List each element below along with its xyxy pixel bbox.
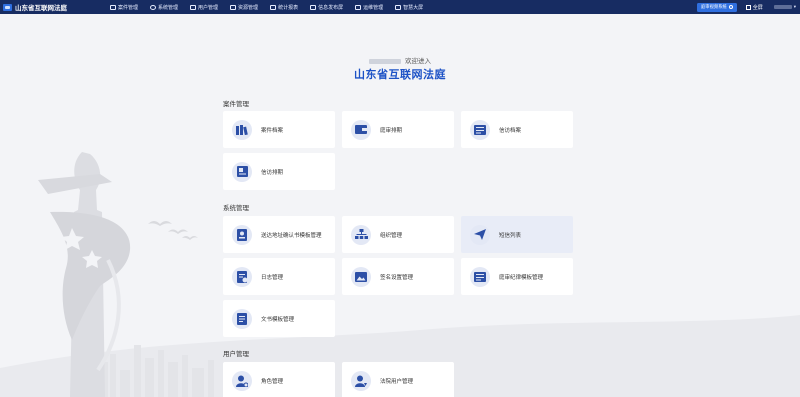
- nav-label: 系统管理: [158, 4, 179, 11]
- card-label: 日志管理: [261, 274, 284, 281]
- nav-label: 运维管理: [363, 4, 384, 11]
- card-case-archive[interactable]: 案件档案: [223, 111, 335, 148]
- card-label: 文书模板管理: [261, 316, 295, 323]
- card-document-template[interactable]: 文书模板管理: [223, 300, 335, 337]
- chevron-down-icon: ▾: [793, 4, 796, 10]
- card-label: 组织管理: [380, 232, 403, 239]
- nav-item-case-management[interactable]: 案件管理: [110, 0, 138, 14]
- document-list-icon: [470, 119, 490, 140]
- nav-item-user-management[interactable]: 用户管理: [190, 0, 218, 14]
- card-signature-settings[interactable]: 签名设置管理: [342, 258, 454, 295]
- document-list-icon: [470, 266, 490, 287]
- card-petition-schedule[interactable]: 信访排期: [223, 153, 335, 190]
- welcome-text: 欢迎进入: [405, 57, 431, 65]
- monitor-icon: [310, 4, 317, 10]
- database-icon: [230, 4, 237, 10]
- file-text-icon: [232, 308, 252, 329]
- page-title: 山东省互联网法庭: [354, 68, 446, 81]
- card-label: 庭审排期: [380, 127, 403, 134]
- card-organization-management[interactable]: 组织管理: [342, 216, 454, 253]
- image-icon: [351, 266, 371, 287]
- document-icon: [232, 161, 252, 182]
- card-label: 案件档案: [261, 127, 284, 134]
- nav-label: 案件管理: [118, 4, 139, 11]
- nav-item-operations[interactable]: 运维管理: [355, 0, 383, 14]
- nav-label: 资源管理: [238, 4, 259, 11]
- switch-system-button[interactable]: 庭审视频系统: [696, 2, 737, 12]
- screen-icon: [395, 4, 402, 10]
- username-blurred: [773, 5, 792, 9]
- org-chart-icon: [351, 224, 371, 245]
- nav-item-resource-management[interactable]: 资源管理: [230, 0, 258, 14]
- user-icon: [190, 4, 197, 10]
- card-role-management[interactable]: 角色管理: [223, 362, 335, 397]
- main-nav: 案件管理 系统管理 用户管理 资源管理 统计报表 信息发布屏 运维管理 智慧大屏: [104, 0, 423, 14]
- fullscreen-label: 全屏: [752, 4, 763, 11]
- books-icon: [232, 119, 252, 140]
- card-label: 短信列表: [499, 232, 522, 239]
- id-card-icon: [232, 224, 252, 245]
- nav-label: 统计报表: [278, 4, 299, 11]
- card-label: 送达地址确认书模板管理: [261, 232, 322, 239]
- nav-label: 用户管理: [198, 4, 219, 11]
- top-nav-bar: 山东省互联网法庭 案件管理 系统管理 用户管理 资源管理 统计报表 信息发布屏: [0, 0, 800, 14]
- fullscreen-icon: [745, 4, 751, 10]
- header-tools: 庭审视频系统 全屏 ▾: [696, 0, 796, 14]
- nav-label: 信息发布屏: [318, 4, 344, 11]
- user-settings-icon: [232, 370, 252, 391]
- switch-system-label: 庭审视频系统: [700, 5, 727, 10]
- card-trial-schedule[interactable]: 庭审排期: [342, 111, 454, 148]
- card-label: 庭审纪律模板管理: [499, 274, 544, 281]
- user-group-icon: [351, 370, 371, 391]
- nav-item-smart-screen[interactable]: 智慧大屏: [395, 0, 423, 14]
- pillar-icon: [38, 152, 131, 397]
- card-court-user-management[interactable]: 法院用户管理: [342, 362, 454, 397]
- card-label: 信访排期: [261, 169, 284, 176]
- log-icon: [232, 266, 252, 287]
- username-blurred: [369, 58, 401, 64]
- switch-icon: [728, 5, 733, 9]
- folder-icon: [110, 4, 116, 10]
- birds-icon: [148, 221, 198, 240]
- fullscreen-button[interactable]: 全屏: [745, 4, 763, 11]
- welcome-line: 欢迎进入: [0, 55, 800, 65]
- card-log-management[interactable]: 日志管理: [223, 258, 335, 295]
- settings-icon: [150, 4, 157, 10]
- user-menu[interactable]: ▾: [773, 4, 796, 10]
- folder-icon: [355, 4, 362, 10]
- nav-item-statistics[interactable]: 统计报表: [270, 0, 298, 14]
- app-title: 山东省互联网法庭: [15, 4, 67, 12]
- wallet-icon: [351, 119, 371, 140]
- card-court-discipline-template[interactable]: 庭审纪律模板管理: [461, 258, 573, 295]
- card-label: 法院用户管理: [380, 378, 414, 385]
- chart-icon: [270, 4, 277, 10]
- section-title-user-management: 用户管理: [223, 350, 249, 358]
- brand[interactable]: 山东省互联网法庭: [0, 0, 104, 14]
- section-title-system-management: 系统管理: [223, 204, 249, 212]
- nav-label: 智慧大屏: [403, 4, 424, 11]
- section-title-case-management: 案件管理: [223, 100, 249, 108]
- nav-item-info-screen[interactable]: 信息发布屏: [310, 0, 343, 14]
- paper-plane-icon: [470, 224, 490, 245]
- court-logo-icon: [3, 3, 12, 11]
- card-sms-list[interactable]: 短信列表: [461, 216, 573, 253]
- nav-item-system-management[interactable]: 系统管理: [150, 0, 178, 14]
- card-label: 签名设置管理: [380, 274, 414, 281]
- card-petition-archive[interactable]: 信访档案: [461, 111, 573, 148]
- card-label: 角色管理: [261, 378, 284, 385]
- card-delivery-address-template[interactable]: 送达地址确认书模板管理: [223, 216, 335, 253]
- card-label: 信访档案: [499, 127, 522, 134]
